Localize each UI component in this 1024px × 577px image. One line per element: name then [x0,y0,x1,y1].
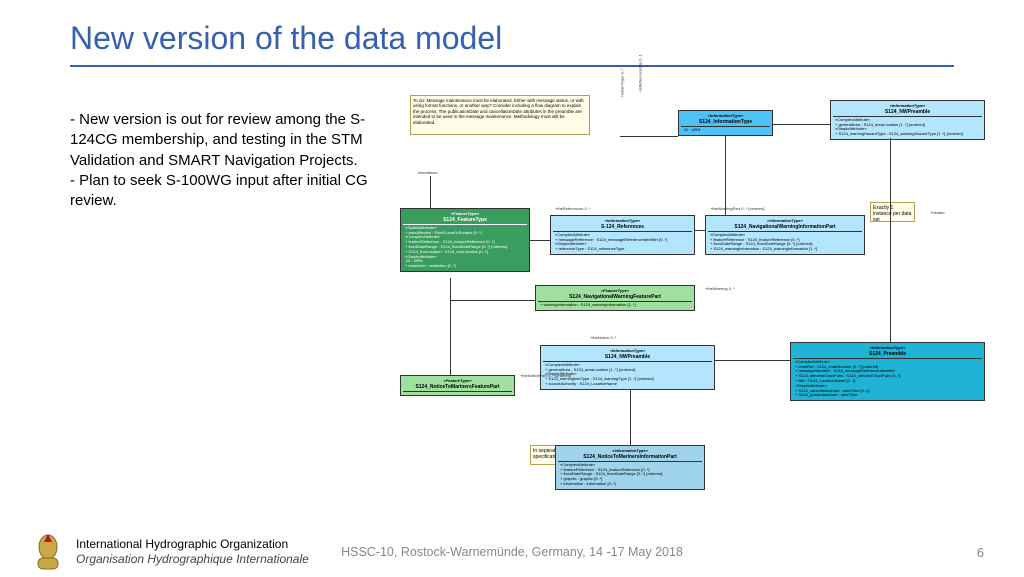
class-ntm-info-part: «InformationType»S124_NoticeToMarinersIn… [555,445,705,490]
class-ntm-feature-part: «FeatureType»S124_NoticeToMarinersFeatur… [400,375,515,396]
slide: New version of the data model - New vers… [0,0,1024,576]
class-nw-preamble-top: «InformationType»S124_NWPreamble «Comple… [830,100,985,140]
class-feature-type: «FeatureType»S124_FeatureType «SpatialAt… [400,208,530,272]
class-information-type: «InformationType»S124_InformationType -I… [678,110,773,136]
label-header: +header [930,210,945,215]
label-warning-part: +theWarningPart 0..* {ordered} [710,206,765,211]
uml-diagram: To do: Message maintenance must be elabo… [390,90,1000,510]
body-text: - New version is out for review among th… [70,110,380,211]
class-nav-warning-info-part: «InformationType»S124_NavigationalWarnin… [705,215,865,255]
note-todo: To do: Message maintenance must be elabo… [410,95,590,135]
title-rule [70,65,954,67]
footer: International Hydrographic Organization … [0,528,1024,576]
label-the-references: +theReferences 0..* [555,206,590,211]
label-nwarn-type: +nwarnType 0..* [620,68,625,97]
slide-title: New version of the data model [0,0,1024,65]
class-references: «InformationType»S-124_References «Compl… [550,215,695,255]
note-cardinality: Exactly 1 instance per data set [870,202,915,222]
label-inheritance: inheritance [418,170,438,175]
class-nav-warning-feature-part: «FeatureType»S124_NavigationalWarningFea… [535,285,695,311]
label-referenced-by: +isReferencedBy 0..1 [638,54,643,92]
page-number: 6 [977,545,984,560]
class-preamble: «InformationType»S124_Preamble «ComplexA… [790,342,985,401]
class-nw-preamble-mid: «InformationType»S124_NWPreamble «Comple… [540,345,715,390]
meeting-info: HSSC-10, Rostock-Warnemünde, Germany, 14… [0,545,1024,559]
label-the-warning: +theWarning 0..* [705,286,735,291]
label-the-notice: +theNotice 0..* [590,335,616,340]
label-notice-part: +theNoticePart 0..* {ordered} [520,373,571,378]
